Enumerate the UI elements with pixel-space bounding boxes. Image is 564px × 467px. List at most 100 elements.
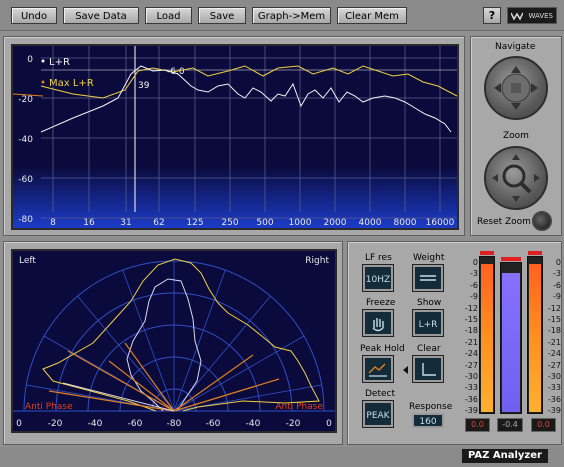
x-tick-label: 8 bbox=[50, 218, 56, 228]
meter-scale-label: -36 bbox=[547, 394, 561, 404]
y-tick-label: -60 bbox=[18, 175, 33, 185]
polar-x-tick: -40 bbox=[246, 419, 261, 429]
clear-icon bbox=[422, 363, 436, 376]
lr-curve bbox=[40, 65, 452, 133]
meter-scale-label: -24 bbox=[547, 349, 561, 359]
stereo-display[interactable]: 0 -20 -40 -60 -80 -60 -40 -20 0 Left Right Anti Pha… bbox=[11, 249, 337, 433]
navigate-arrows-icon bbox=[494, 66, 538, 110]
meter-scale-label: -39 bbox=[464, 406, 478, 416]
detect-label: Detect bbox=[365, 389, 396, 399]
polar-x-tick: -20 bbox=[286, 419, 301, 429]
meter-scale-label: -3 bbox=[553, 269, 561, 279]
status-bar: PAZ Analyzer bbox=[0, 447, 564, 467]
y-tick-label: -40 bbox=[18, 135, 33, 145]
peak-led bbox=[480, 251, 494, 255]
left-peak-readout[interactable]: 0.0 bbox=[465, 418, 490, 432]
legend-dot-max bbox=[41, 80, 45, 84]
left-level-meter bbox=[479, 251, 495, 414]
meter-scale-label: -33 bbox=[464, 383, 478, 393]
meter-scale-label: -18 bbox=[464, 326, 478, 336]
meter-scale-label: -12 bbox=[547, 303, 561, 313]
meter-scale-label: -18 bbox=[547, 326, 561, 336]
meter-scale-label: 0 bbox=[472, 258, 478, 267]
load-button[interactable]: Load bbox=[145, 7, 192, 24]
right-peak-readout[interactable]: 0.0 bbox=[531, 418, 556, 432]
polar-x-tick: 0 bbox=[326, 419, 332, 429]
polar-x-tick: 0 bbox=[16, 419, 22, 429]
x-tick-label: 31 bbox=[120, 218, 131, 228]
save-data-button[interactable]: Save Data bbox=[63, 7, 139, 24]
lf-res-label: LF res bbox=[365, 253, 392, 263]
help-button[interactable]: ? bbox=[483, 7, 501, 24]
legend-lr: L+R bbox=[49, 57, 70, 68]
meter-scale-left: 0 -3 -6 -9 -12 -15 -18 -21 -24 -27 -30 -33 -36 -39 bbox=[458, 258, 478, 418]
anti-phase-right: Anti Phase bbox=[275, 402, 323, 412]
y-tick-label: -20 bbox=[18, 95, 33, 105]
zoom-magnifier-icon bbox=[492, 154, 540, 202]
freeze-button[interactable] bbox=[363, 310, 393, 336]
meter-scale-label: -36 bbox=[464, 394, 478, 404]
meter-scale-label: -27 bbox=[464, 360, 478, 370]
clear-label: Clear bbox=[417, 344, 441, 354]
graph-to-mem-button[interactable]: Graph->Mem bbox=[252, 7, 331, 24]
toolbar: Undo Save Data Load Save Graph->Mem Clea… bbox=[0, 0, 564, 31]
x-tick-label: 500 bbox=[256, 218, 273, 228]
response-value[interactable]: 160 bbox=[412, 413, 444, 428]
y-tick-label: -80 bbox=[18, 215, 33, 225]
detect-button[interactable]: PEAK bbox=[363, 401, 393, 427]
meter-scale-label: -12 bbox=[464, 303, 478, 313]
meter-scale-label: -21 bbox=[464, 337, 478, 347]
x-tick-label: 16 bbox=[83, 218, 95, 228]
legend-dot-lr bbox=[41, 59, 45, 63]
x-tick-label: 62 bbox=[153, 218, 164, 228]
meter-scale-label: -33 bbox=[547, 383, 561, 393]
peak-led bbox=[528, 251, 542, 255]
zoom-label: Zoom bbox=[503, 131, 529, 141]
anti-phase-left: Anti Phase bbox=[25, 402, 73, 412]
show-label: Show bbox=[417, 298, 442, 308]
clear-mem-button[interactable]: Clear Mem bbox=[337, 7, 407, 24]
meter-scale-label: -30 bbox=[547, 372, 561, 381]
show-button[interactable]: L+R bbox=[413, 310, 443, 336]
zoom-knob[interactable] bbox=[484, 146, 548, 210]
polar-x-tick: -80 bbox=[167, 419, 182, 429]
x-tick-label: 125 bbox=[186, 218, 203, 228]
reset-zoom-button[interactable] bbox=[532, 211, 552, 231]
save-button[interactable]: Save bbox=[198, 7, 246, 24]
meter-scale-label: -15 bbox=[464, 315, 478, 324]
spectrum-display[interactable]: 0 -20 -40 -60 -80 8 16 31 62 125 250 500 1000 2000 400… bbox=[11, 44, 459, 230]
x-tick-label: 1000 bbox=[289, 218, 312, 228]
product-title: PAZ Analyzer bbox=[462, 449, 548, 463]
peak-hold-button[interactable] bbox=[363, 356, 393, 382]
right-channel-label: Right bbox=[305, 256, 329, 266]
polar-spoke bbox=[77, 295, 175, 412]
peak-hold-icon bbox=[368, 363, 387, 377]
undo-button[interactable]: Undo bbox=[11, 7, 57, 24]
y-tick-label: 0 bbox=[27, 55, 33, 65]
right-level-meter bbox=[527, 251, 543, 414]
meter-scale-label: -24 bbox=[464, 349, 478, 359]
clear-button[interactable] bbox=[413, 356, 443, 382]
weight-button[interactable] bbox=[413, 265, 443, 291]
lf-res-button[interactable]: 10HZ bbox=[363, 265, 393, 291]
x-tick-label: 250 bbox=[221, 218, 238, 228]
waves-logo-icon bbox=[511, 12, 523, 21]
meter-scale-label: -9 bbox=[470, 292, 478, 302]
response-label: Response bbox=[409, 402, 453, 412]
peak-hold-label: Peak Hold bbox=[360, 344, 405, 354]
weight-flat-icon bbox=[420, 275, 436, 281]
navigate-knob[interactable] bbox=[484, 56, 548, 120]
waves-logo: WAVES bbox=[507, 7, 557, 24]
reset-zoom-label: Reset Zoom bbox=[477, 217, 531, 227]
meter-scale-label: -6 bbox=[553, 280, 561, 290]
meter-scale-label: -27 bbox=[547, 360, 561, 370]
meter-scale-label: 0 bbox=[555, 258, 561, 267]
right-meter-fill bbox=[529, 263, 541, 412]
meter-scale-label: -6 bbox=[470, 280, 478, 290]
left-meter-fill bbox=[481, 263, 493, 412]
phase-spike bbox=[108, 360, 175, 412]
meter-scale-label: -15 bbox=[547, 315, 561, 324]
freeze-label: Freeze bbox=[366, 298, 396, 308]
correlation-meter-fill bbox=[502, 272, 520, 412]
polar-spoke bbox=[173, 269, 226, 412]
